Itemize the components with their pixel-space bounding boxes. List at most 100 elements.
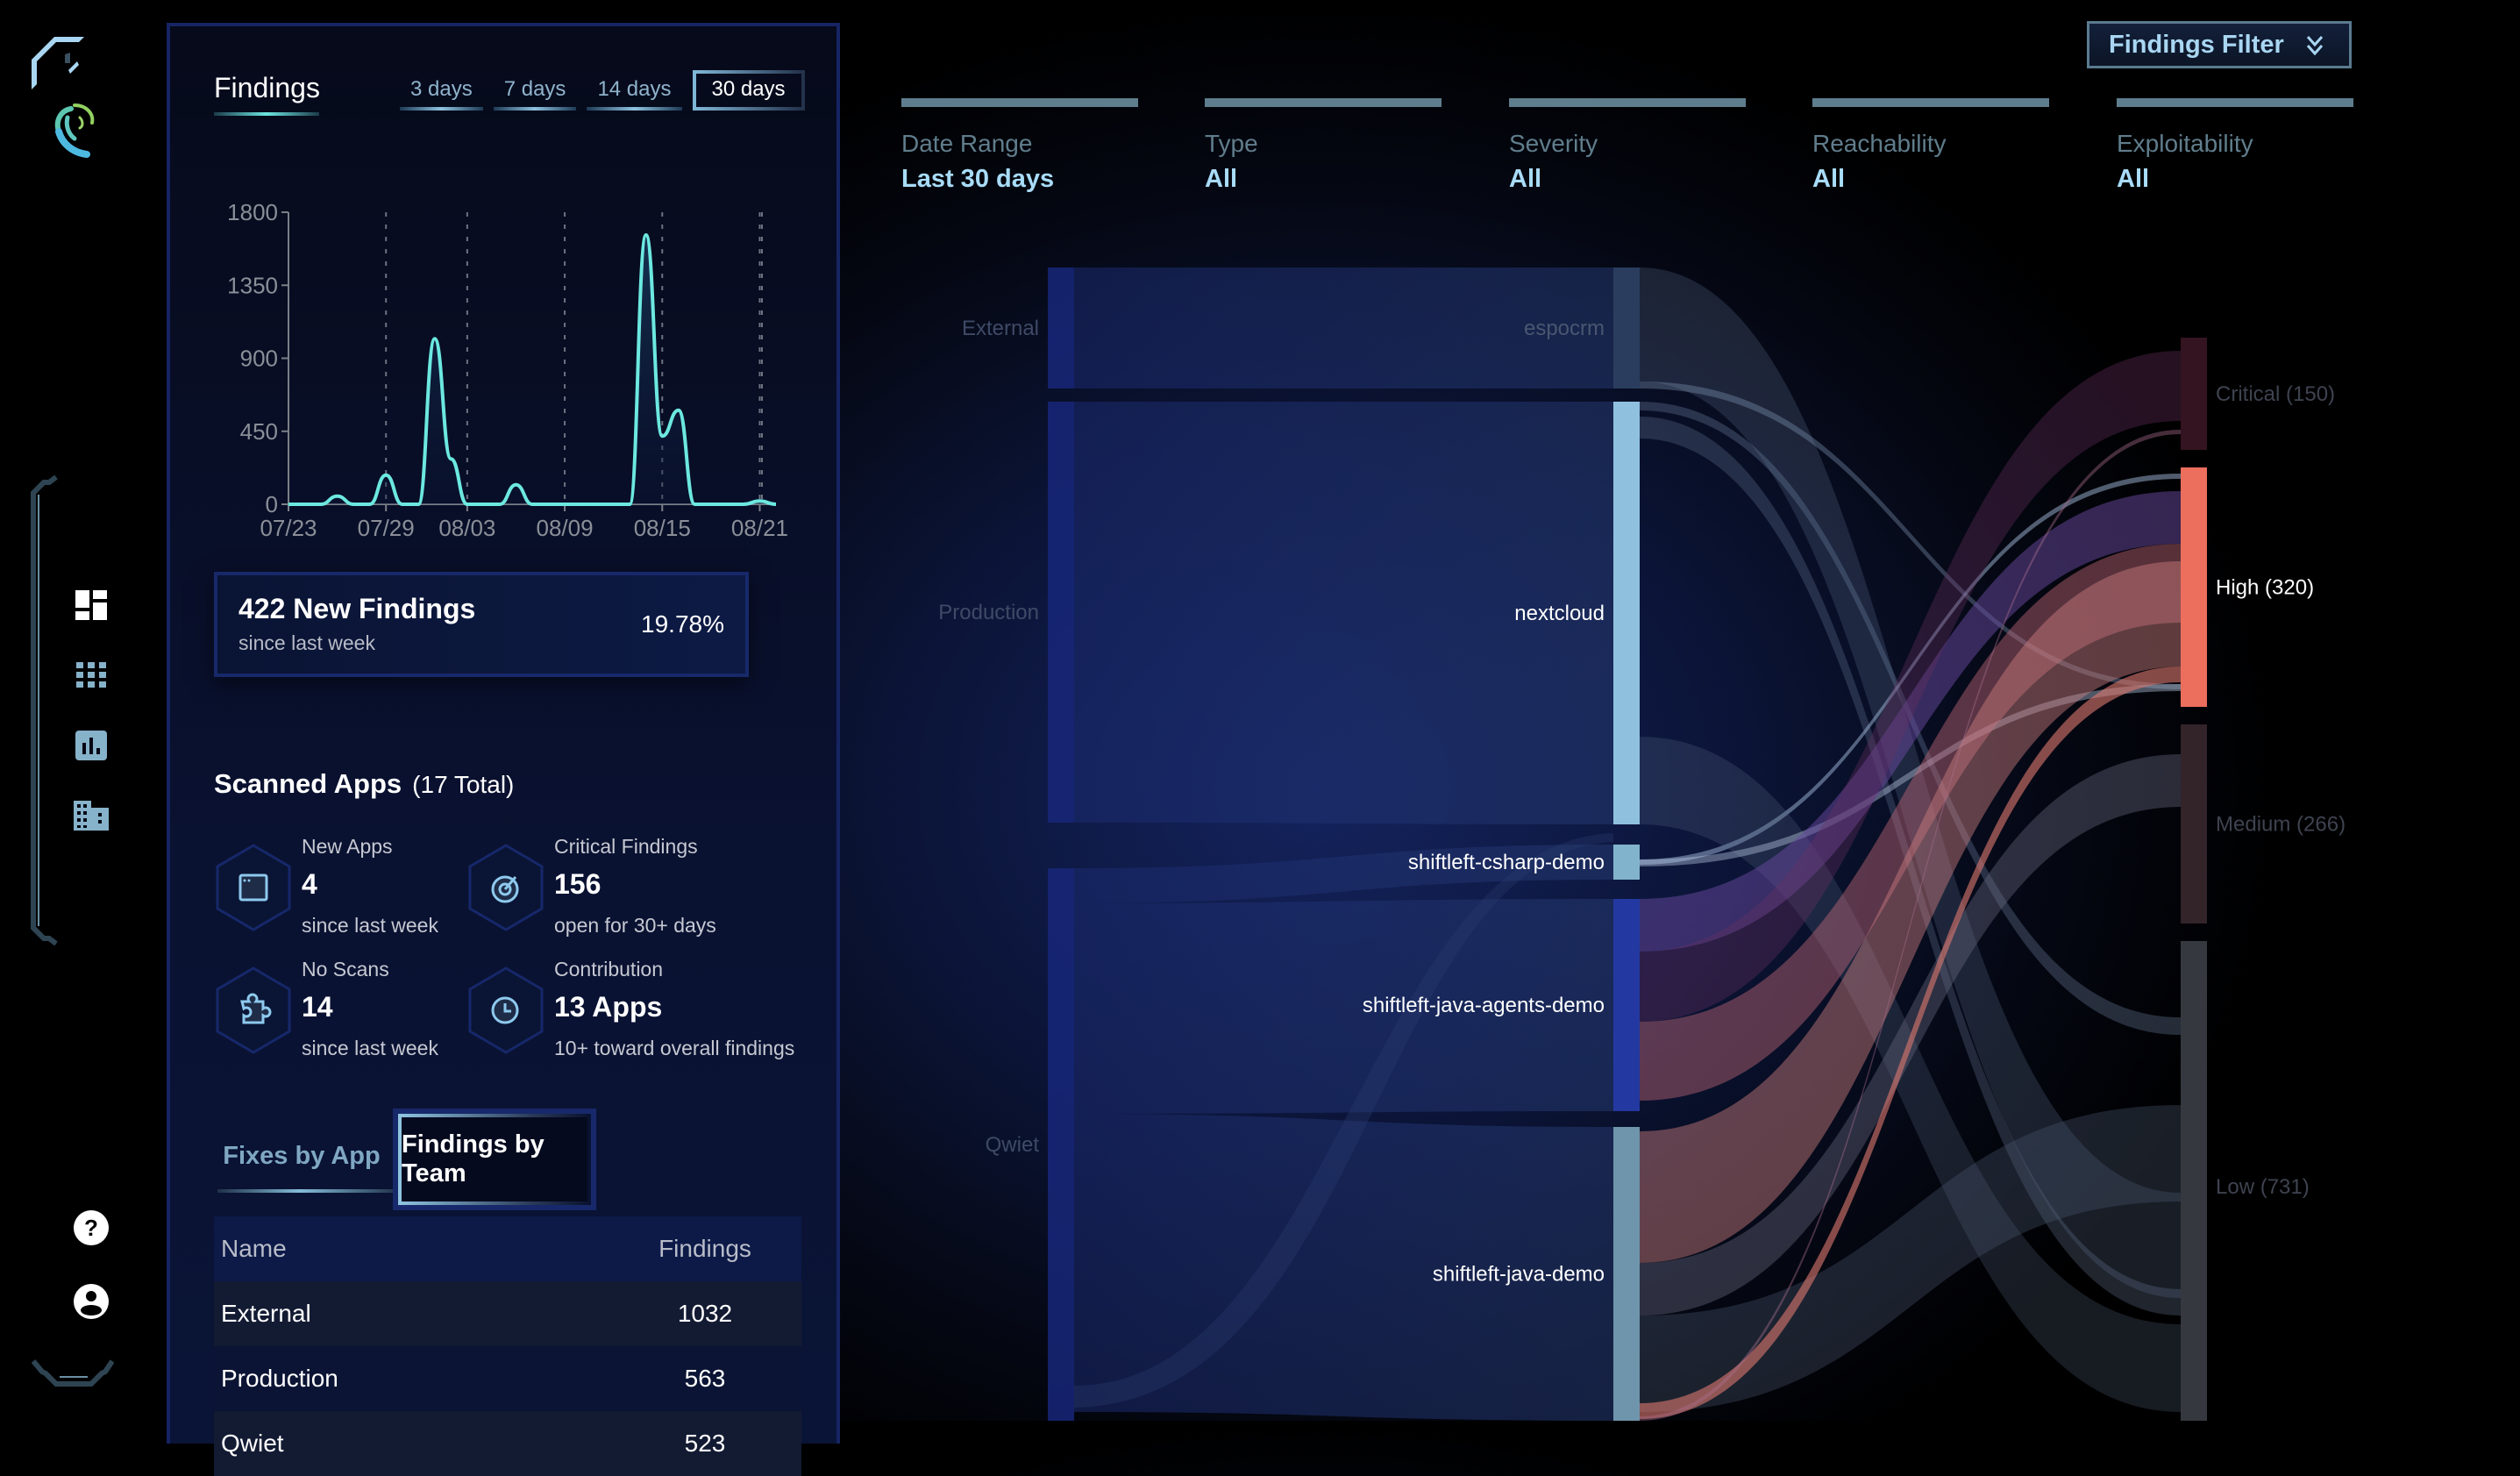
stat-critical-findings: Critical Findings 156 open for 30+ days [466, 835, 747, 958]
filter-severity[interactable]: Severity All [1509, 98, 1746, 194]
findings-panel: Findings 3 days 7 days 14 days 30 days 0… [167, 23, 840, 1444]
y-tick-label: 0 [266, 491, 278, 517]
sankey-label-team: Production [938, 601, 1039, 624]
x-tick-label: 08/03 [438, 515, 495, 541]
header-findings: Findings [609, 1235, 801, 1263]
filter-label: Severity [1509, 130, 1746, 158]
filter-value[interactable]: All [1205, 165, 1442, 194]
sankey-label-team: External [962, 317, 1039, 340]
puzzle-icon [214, 966, 293, 1054]
svg-text:?: ? [84, 1215, 98, 1241]
sankey-node-app [1613, 845, 1640, 880]
stat-value: 4 [302, 868, 317, 901]
sankey-label-severity: Low (731) [2216, 1175, 2310, 1199]
x-tick-label: 07/23 [260, 515, 317, 541]
sankey-label-severity: Critical (150) [2216, 382, 2335, 406]
filter-bar [1205, 98, 1442, 107]
nav-organizations[interactable] [70, 795, 112, 837]
row-name: External [214, 1300, 609, 1328]
sankey-label-severity: Medium (266) [2216, 813, 2346, 837]
x-tick-label: 08/15 [634, 515, 691, 541]
brand-frame-icon [30, 33, 91, 95]
tab-fixes-by-app[interactable]: Fixes by App [214, 1114, 389, 1198]
filter-bar [1509, 98, 1746, 107]
range-tab-7-days[interactable]: 7 days [492, 70, 579, 111]
findings-filter-button[interactable]: Findings Filter [2087, 21, 2352, 68]
account-icon [74, 1284, 109, 1319]
range-tab-30-days[interactable]: 30 days [693, 70, 805, 111]
nav-dashboard[interactable] [70, 584, 112, 626]
y-tick-label: 1800 [227, 199, 278, 225]
filter-reachability[interactable]: Reachability All [1812, 98, 2049, 194]
building-icon [74, 801, 109, 831]
row-findings: 523 [609, 1430, 801, 1458]
new-findings-card: 422 New Findings since last week 19.78% [214, 572, 749, 677]
bar-chart-icon [75, 731, 107, 760]
stat-sub: 10+ toward overall findings [554, 1037, 794, 1060]
stat-new-apps: New Apps 4 since last week [214, 835, 495, 958]
stat-label: New Apps [302, 835, 393, 859]
x-tick-label: 07/29 [358, 515, 415, 541]
sankey-label-app: shiftleft-java-agents-demo [1363, 994, 1605, 1017]
stat-value: 13 Apps [554, 991, 662, 1023]
new-findings-subtitle: since last week [238, 631, 375, 655]
clock-icon [466, 966, 545, 1054]
title-underline [214, 112, 319, 116]
range-tab-3-days[interactable]: 3 days [398, 70, 485, 111]
team-findings-table: Name Findings External 1032 Production 5… [214, 1216, 801, 1476]
target-icon [466, 844, 545, 931]
new-findings-percent: 19.78% [641, 610, 724, 638]
filter-value[interactable]: All [1509, 165, 1746, 194]
sankey-node-app [1613, 402, 1640, 824]
filter-value[interactable]: All [1812, 165, 2049, 194]
sankey-label-app: nextcloud [1514, 602, 1605, 625]
sankey-node-app [1613, 267, 1640, 389]
y-tick-label: 1350 [227, 272, 278, 298]
tab-findings-by-team[interactable]: Findings by Team [398, 1114, 591, 1205]
table-row[interactable]: Qwiet 523 [214, 1411, 801, 1476]
stat-label: Critical Findings [554, 835, 698, 859]
row-findings: 1032 [609, 1300, 801, 1328]
team-tabs: Fixes by App Findings by Team [214, 1114, 766, 1198]
help-icon: ? [74, 1210, 109, 1245]
sankey-node-app [1613, 899, 1640, 1111]
nav-help[interactable]: ? [70, 1207, 112, 1249]
filter-label: Exploitability [2117, 130, 2353, 158]
findings-sankey: External Production Qwiet espocrm nextcloud s… [877, 228, 2520, 1421]
filter-type[interactable]: Type All [1205, 98, 1442, 194]
filter-bar [901, 98, 1138, 107]
apps-grid-icon [76, 662, 106, 688]
table-row[interactable]: Production 563 [214, 1346, 801, 1411]
sankey-label-app: shiftleft-csharp-demo [1408, 851, 1605, 874]
row-findings: 563 [609, 1365, 801, 1393]
y-tick-label: 450 [240, 418, 278, 445]
sankey-label-app: espocrm [1524, 317, 1605, 340]
filter-label: Reachability [1812, 130, 2049, 158]
sankey-label-team: Qwiet [986, 1133, 1040, 1157]
scanned-apps-title: Scanned Apps [214, 768, 402, 799]
filter-date-range[interactable]: Date Range Last 30 days [901, 98, 1138, 194]
nav-rail-frame [30, 474, 65, 947]
filter-value[interactable]: Last 30 days [901, 165, 1138, 194]
nav-account[interactable] [70, 1280, 112, 1323]
dashboard-icon [75, 590, 107, 620]
filter-exploitability[interactable]: Exploitability All [2117, 98, 2353, 194]
nav-apps[interactable] [70, 654, 112, 696]
nav-reports[interactable] [70, 724, 112, 767]
range-tab-14-days[interactable]: 14 days [585, 70, 683, 111]
sankey-node-team [1048, 267, 1074, 389]
filter-bar [2117, 98, 2353, 107]
filter-bar [1812, 98, 2049, 107]
double-chevron-down-icon [2305, 34, 2324, 57]
filter-value[interactable]: All [2117, 165, 2353, 194]
sankey-node-severity [2181, 338, 2207, 450]
x-tick-label: 08/21 [731, 515, 788, 541]
sankey-node-team [1048, 868, 1074, 1421]
sankey-node-severity [2181, 941, 2207, 1421]
stat-sub: open for 30+ days [554, 914, 716, 938]
table-header: Name Findings [214, 1216, 801, 1281]
sankey-label-severity: High (320) [2216, 576, 2314, 600]
header-name: Name [214, 1235, 609, 1263]
table-row[interactable]: External 1032 [214, 1281, 801, 1346]
filter-label: Type [1205, 130, 1442, 158]
